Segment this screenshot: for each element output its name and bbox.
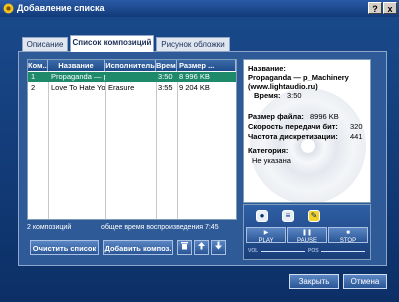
info-title-value: Propaganda — p_Machinery [248, 73, 349, 82]
table-row[interactable]: 1 Propaganda — p 3:50 8 996 KB [28, 72, 236, 82]
player-edit-button[interactable]: ✎ [308, 210, 320, 222]
pencil-icon: ✎ [310, 211, 318, 220]
tab-cover-art[interactable]: Рисунок обложки [156, 37, 230, 51]
info-time-value: 3:50 [287, 91, 302, 100]
cell-title: Love To Hate You [51, 83, 105, 92]
info-category-label: Категория: [248, 146, 289, 155]
info-category-value: Не указана [252, 156, 291, 165]
info-freq-value: 441 [350, 132, 363, 141]
pause-icon: ❚❚ [301, 230, 313, 236]
move-down-button[interactable] [211, 240, 226, 255]
stop-icon: ■ [346, 230, 350, 236]
column-divider [48, 71, 49, 219]
volume-label: VOL [248, 248, 259, 254]
cell-number: 2 [31, 83, 36, 92]
stop-button[interactable]: ■ STOP [328, 227, 368, 244]
trash-icon [180, 242, 189, 252]
info-time-label: Время: [254, 91, 281, 100]
cell-size: 9 204 KB [179, 83, 210, 92]
player-panel: ● ≡ ✎ ▶ PLAY ❚❚ PAUSE ■ STOP VOL POS [243, 204, 371, 260]
add-track-button[interactable]: Добавить композ. [103, 240, 173, 255]
info-freq-label: Частота дискретизации: [248, 132, 338, 141]
cell-time: 3:50 [158, 72, 173, 81]
window-title: Добавление списка [17, 3, 105, 13]
total-duration: общее время воспроизведения 7:45 [101, 224, 219, 231]
column-divider [105, 71, 106, 219]
info-size-value: 8996 KB [310, 112, 339, 121]
table-row[interactable]: 2 Love To Hate You Erasure 3:55 9 204 KB [28, 83, 236, 93]
column-header-artist[interactable]: Исполнитель [105, 60, 156, 71]
tracklist-table[interactable]: Ком... Название Исполнитель Время Размер… [27, 59, 237, 220]
clear-list-button[interactable]: Очистить список [30, 240, 99, 255]
move-up-button[interactable] [194, 240, 209, 255]
position-track [321, 251, 365, 252]
play-label: PLAY [258, 238, 274, 244]
column-divider [156, 71, 157, 219]
play-button[interactable]: ▶ PLAY [246, 227, 286, 244]
close-button[interactable]: Закрыть [289, 274, 339, 289]
help-button[interactable]: ? [368, 2, 382, 14]
delete-track-button[interactable] [177, 240, 192, 255]
arrow-down-icon [214, 241, 223, 252]
position-slider[interactable]: POS [308, 248, 368, 255]
volume-slider[interactable]: VOL [248, 248, 306, 255]
pause-button[interactable]: ❚❚ PAUSE [287, 227, 327, 244]
column-divider [177, 71, 178, 219]
info-size-label: Размер файла: [248, 112, 304, 121]
column-header-title[interactable]: Название [48, 60, 105, 71]
cd-icon: ● [259, 211, 265, 220]
dialog-window: Добавление списка ? x Описание Список ко… [0, 0, 399, 302]
tab-description[interactable]: Описание [22, 37, 68, 51]
column-header-time[interactable]: Время [156, 60, 177, 71]
app-icon [3, 3, 14, 14]
list-icon: ≡ [285, 211, 291, 220]
close-window-button[interactable]: x [383, 2, 397, 14]
title-bar: Добавление списка ? x [0, 0, 399, 17]
column-header-size[interactable]: Размер ... [177, 60, 236, 71]
cell-time: 3:55 [158, 83, 173, 92]
info-source: (www.lightaudio.ru) [248, 82, 318, 91]
cancel-button[interactable]: Отмена [343, 274, 387, 289]
cell-number: 1 [31, 72, 36, 81]
info-title-label: Название: [248, 64, 286, 73]
volume-track [261, 251, 305, 252]
track-info-panel: Название: Propaganda — p_Machinery (www.… [243, 59, 371, 203]
player-list-button[interactable]: ≡ [282, 210, 294, 222]
arrow-up-icon [197, 242, 206, 252]
track-count: 2 композиций [27, 224, 72, 231]
play-icon: ▶ [263, 230, 269, 236]
tab-tracklist[interactable]: Список композиций [70, 35, 154, 52]
info-bitrate-label: Скорость передачи бит: [248, 122, 338, 131]
info-bitrate-value: 320 [350, 122, 363, 131]
column-header-number[interactable]: Ком... [28, 60, 48, 71]
stop-label: STOP [339, 238, 357, 244]
position-label: POS [308, 248, 319, 254]
cell-size: 8 996 KB [179, 72, 210, 81]
cell-title: Propaganda — p [51, 72, 105, 81]
pause-label: PAUSE [297, 238, 317, 244]
player-mode-button[interactable]: ● [256, 210, 268, 222]
cell-artist: Erasure [108, 83, 135, 92]
